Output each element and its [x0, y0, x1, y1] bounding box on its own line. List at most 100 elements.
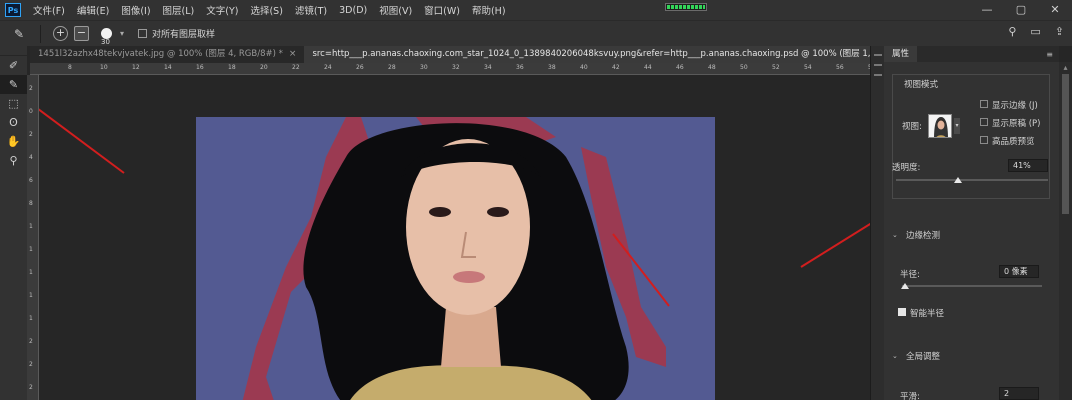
brush-preset-picker[interactable]: 30 [101, 28, 112, 46]
restore-edge-icon[interactable]: − [74, 26, 89, 41]
view-label: 视图: [902, 122, 922, 132]
menu-3d[interactable]: 3D(D) [333, 5, 373, 16]
photoshop-logo-icon: Ps [5, 3, 21, 17]
scroll-up-icon[interactable]: ▴ [1059, 62, 1072, 74]
chevron-down-icon[interactable]: ▾ [120, 29, 124, 38]
menu-type[interactable]: 文字(Y) [200, 3, 244, 17]
ruler-tick-label: 8 [29, 200, 33, 207]
menu-help[interactable]: 帮助(H) [466, 3, 512, 17]
ruler-tick-label: 10 [100, 64, 108, 71]
smooth-input[interactable]: 2 [999, 387, 1039, 400]
menu-image[interactable]: 图像(I) [115, 3, 156, 17]
show-edge-label: 显示边缘 (J) [992, 101, 1038, 111]
smooth-label: 平滑: [900, 392, 920, 400]
ruler-tick-label: 50 [740, 64, 748, 71]
show-original-label: 显示原稿 (P) [992, 119, 1041, 129]
high-quality-preview-checkbox[interactable] [980, 136, 988, 144]
sample-all-layers-checkbox[interactable] [138, 29, 148, 38]
menu-layer[interactable]: 图层(L) [157, 3, 201, 17]
tab-document-1[interactable]: 1451l32azhx48tekvjvatek.jpg @ 100% (图层 4… [30, 46, 304, 63]
smart-radius-label: 智能半径 [910, 309, 945, 319]
chevron-down-icon[interactable]: ⌄ [892, 352, 898, 360]
lasso-tool-icon[interactable]: ʘ [0, 113, 27, 132]
menu-window[interactable]: 窗口(W) [418, 3, 466, 17]
panel-scrollbar[interactable]: ▴ [1059, 62, 1072, 400]
opacity-slider-thumb[interactable] [954, 177, 963, 183]
ruler-tick-label: 24 [324, 64, 332, 71]
ruler-tick-label: 44 [644, 64, 652, 71]
menu-view[interactable]: 视图(V) [373, 3, 418, 17]
ruler-tick-label: 54 [804, 64, 812, 71]
hand-tool-icon[interactable]: ✋ [0, 132, 27, 151]
zoom-tool-icon[interactable]: ⚲ [0, 151, 27, 170]
vertical-ruler: 2 0 2 4 6 8 1 1 1 1 1 2 2 2 [27, 75, 39, 400]
share-icon[interactable]: ⇪ [1055, 25, 1064, 38]
horizontal-ruler: 8 10 12 14 16 18 20 22 24 26 28 30 32 34 36 38 40 42 44 46 4… [30, 63, 870, 75]
close-icon[interactable]: × [289, 46, 297, 63]
brush-size-value: 30 [101, 38, 110, 46]
loading-indicator [665, 3, 707, 11]
annotation-arrows [39, 108, 870, 307]
tool-preset-icon[interactable]: ✎ [8, 25, 30, 43]
object-selection-tool-icon[interactable]: ⬚ [0, 94, 27, 113]
ruler-tick-label: 1 [29, 315, 33, 322]
refine-edge-brush-tool-icon[interactable]: ✐ [0, 56, 27, 75]
ruler-tick-label: 1 [29, 292, 33, 299]
radius-label: 半径: [900, 270, 920, 280]
chevron-down-icon[interactable]: ⌄ [892, 231, 898, 239]
ruler-tick-label: 20 [260, 64, 268, 71]
ruler-tick-label: 48 [708, 64, 716, 71]
radius-slider-track[interactable] [902, 285, 1042, 287]
properties-panel: 属性 ≡ 视图模式 视图: ▾ 显示边缘 (J) 显示原稿 (P) 高品质预览 … [884, 46, 1059, 400]
ruler-tick-label: 28 [388, 64, 396, 71]
opacity-slider-track[interactable] [896, 179, 1048, 181]
search-icon[interactable]: ⚲ [1008, 25, 1016, 38]
ruler-tick-label: 2 [29, 85, 33, 92]
ruler-tick-label: 1 [29, 246, 33, 253]
show-edge-checkbox[interactable] [980, 100, 988, 108]
opacity-label: 透明度: [892, 163, 921, 173]
ruler-tick-label: 1 [29, 269, 33, 276]
ruler-tick-label: 2 [29, 131, 33, 138]
radius-slider-thumb[interactable] [901, 283, 909, 289]
radius-input[interactable]: 0 像素 [999, 265, 1039, 278]
menu-edit[interactable]: 编辑(E) [71, 3, 115, 17]
options-bar: ✎ + − 30 ▾ 对所有图层取样 ⚲ ▭ ⇪ [0, 20, 1072, 46]
view-mode-title: 视图模式 [904, 80, 939, 90]
ruler-tick-label: 4 [29, 154, 33, 161]
expand-detection-icon[interactable]: + [53, 26, 68, 41]
ruler-tick-label: 56 [836, 64, 844, 71]
workspace-icon[interactable]: ▭ [1030, 25, 1040, 38]
smart-radius-checkbox[interactable] [898, 308, 906, 316]
ruler-tick-label: 0 [29, 108, 33, 115]
menu-select[interactable]: 选择(S) [244, 3, 288, 17]
document-tabs: 1451l32azhx48tekvjvatek.jpg @ 100% (图层 4… [30, 46, 948, 63]
menu-file[interactable]: 文件(F) [27, 3, 71, 17]
ruler-tick-label: 30 [420, 64, 428, 71]
brush-tool-icon[interactable]: ✎ [0, 75, 27, 94]
opacity-input[interactable]: 41% [1008, 159, 1048, 172]
chevron-down-icon[interactable]: ▾ [954, 118, 960, 134]
tab-document-2[interactable]: src=http___p.ananas.chaoxing.com_star_10… [304, 46, 948, 63]
ruler-tick-label: 34 [484, 64, 492, 71]
ruler-tick-label: 1 [29, 223, 33, 230]
global-refinement-title[interactable]: 全局调整 [906, 350, 940, 362]
panel-dock-strip [870, 46, 884, 400]
edge-detection-title[interactable]: 边缘检测 [906, 229, 940, 241]
scrollbar-thumb[interactable] [1062, 74, 1069, 214]
maximize-button[interactable]: ▢ [1004, 0, 1038, 20]
panel-menu-icon[interactable]: ≡ [1046, 50, 1053, 59]
tab-properties[interactable]: 属性 [884, 46, 918, 62]
minimize-button[interactable]: — [970, 0, 1004, 20]
view-mode-thumbnail[interactable] [928, 114, 952, 138]
ruler-tick-label: 46 [676, 64, 684, 71]
ruler-tick-label: 2 [29, 361, 33, 368]
show-original-checkbox[interactable] [980, 118, 988, 126]
ruler-tick-label: 2 [29, 338, 33, 345]
ruler-tick-label: 16 [196, 64, 204, 71]
menu-filter[interactable]: 滤镜(T) [289, 3, 333, 17]
menu-bar: Ps 文件(F) 编辑(E) 图像(I) 图层(L) 文字(Y) 选择(S) 滤… [0, 0, 1072, 20]
ruler-tick-label: 40 [580, 64, 588, 71]
close-window-button[interactable]: ✕ [1038, 0, 1072, 20]
canvas-area[interactable] [39, 76, 870, 400]
